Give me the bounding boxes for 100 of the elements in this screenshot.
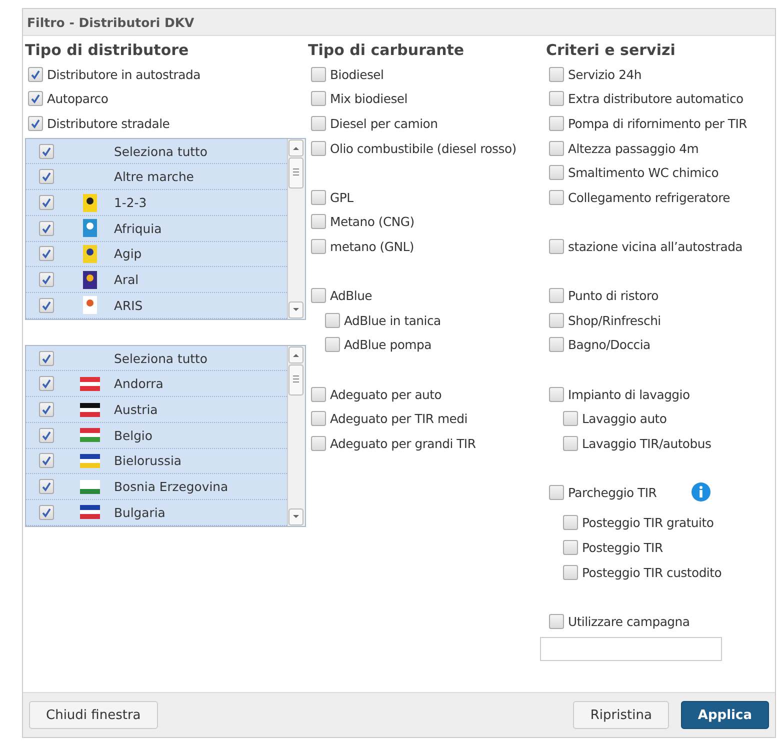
checkbox[interactable]	[38, 272, 54, 288]
checkbox[interactable]	[38, 350, 54, 366]
checkbox[interactable]	[549, 312, 564, 328]
checkbox[interactable]	[549, 116, 564, 131]
checkbox-label: AdBlue	[330, 288, 372, 304]
brand-logo-icon	[83, 244, 97, 263]
checkbox[interactable]	[311, 411, 326, 426]
brand-logo-icon	[83, 219, 97, 238]
dialog-button[interactable]: Applica	[680, 701, 769, 729]
list-item-label[interactable]: Bulgaria	[114, 504, 166, 520]
scroll-up-arrow-icon[interactable]	[288, 138, 304, 191]
checkbox[interactable]	[311, 66, 326, 82]
checkbox[interactable]	[549, 91, 564, 106]
checkbox-label: metano (GNL)	[330, 238, 414, 254]
checkbox[interactable]	[549, 66, 564, 82]
list-item-label[interactable]: Bosnia Erzegovina	[114, 479, 228, 494]
dialog-button[interactable]: Chiudi finestra	[29, 701, 158, 729]
checkbox[interactable]	[325, 312, 340, 328]
checkbox[interactable]	[38, 246, 54, 262]
checkbox[interactable]	[549, 140, 564, 156]
brand-logo-icon	[83, 270, 97, 289]
checkbox[interactable]	[38, 453, 54, 468]
section-heading: Tipo di carburante	[308, 40, 466, 61]
list-item-label[interactable]: Agip	[114, 246, 142, 262]
list-item-label[interactable]: Aral	[114, 272, 139, 288]
checkbox[interactable]	[325, 337, 340, 352]
checkbox[interactable]	[549, 386, 564, 402]
checkbox[interactable]	[549, 190, 564, 205]
checkbox[interactable]	[311, 386, 326, 402]
flag-icon	[80, 376, 100, 391]
checkbox[interactable]	[38, 169, 54, 184]
checkbox[interactable]	[28, 116, 43, 131]
checkbox-label: AdBlue in tanica	[344, 312, 441, 328]
checkbox[interactable]	[563, 564, 578, 580]
checkbox[interactable]	[311, 190, 326, 205]
checkbox[interactable]	[311, 288, 326, 304]
checkbox-label: Punto di ristoro	[568, 288, 658, 304]
list-item-label[interactable]: 1-2-3	[114, 195, 147, 210]
info-icon[interactable]	[690, 482, 711, 502]
checkbox[interactable]	[311, 91, 326, 106]
checkbox[interactable]	[38, 428, 54, 443]
list-item-label[interactable]: Afriquia	[114, 220, 162, 236]
checkbox-label: GPL	[330, 190, 354, 205]
checkbox-label: Adeguato per grandi TIR	[330, 436, 476, 451]
checkbox-label: stazione vicina all’autostrada	[568, 238, 743, 254]
flag-icon	[80, 454, 100, 468]
checkbox[interactable]	[311, 116, 326, 131]
checkbox[interactable]	[38, 479, 54, 494]
flag-icon	[80, 428, 100, 442]
checkbox[interactable]	[311, 436, 326, 451]
checkbox[interactable]	[549, 165, 564, 180]
checkbox[interactable]	[38, 298, 54, 313]
checkbox[interactable]	[549, 484, 564, 500]
checkbox[interactable]	[311, 214, 326, 230]
checkbox[interactable]	[563, 411, 578, 426]
checkbox[interactable]	[563, 436, 578, 451]
list-item-label[interactable]: ARIS	[114, 298, 143, 313]
campaign-field[interactable]	[540, 636, 722, 661]
checkbox-label: Lavaggio TIR/autobus	[582, 436, 712, 451]
list-item-label[interactable]: Seleziona tutto	[114, 144, 208, 159]
section-heading: Criteri e servizi	[546, 40, 676, 61]
flag-icon	[80, 505, 100, 520]
checkbox-label: Altezza passaggio 4m	[568, 140, 699, 156]
checkbox[interactable]	[38, 504, 54, 520]
checkbox[interactable]	[28, 91, 43, 106]
brand-logo-icon	[83, 296, 97, 314]
checkbox[interactable]	[38, 195, 54, 210]
checkbox[interactable]	[549, 288, 564, 304]
checkbox[interactable]	[38, 220, 54, 236]
checkbox[interactable]	[549, 614, 564, 629]
checkbox[interactable]	[38, 376, 54, 392]
list-item-label[interactable]: Altre marche	[114, 169, 194, 184]
scrollbar[interactable]	[287, 346, 305, 526]
list-item-label[interactable]: Bielorussia	[114, 453, 182, 468]
dialog-button[interactable]: Ripristina	[573, 701, 669, 729]
checkbox[interactable]	[38, 144, 54, 159]
list-item-label[interactable]: Belgio	[114, 428, 152, 443]
list-item-label[interactable]: Austria	[114, 402, 158, 417]
checkbox-label: Diesel per camion	[330, 116, 438, 131]
list-item-label[interactable]: Seleziona tutto	[114, 350, 208, 366]
scrollbar[interactable]	[287, 138, 305, 319]
checkbox-label: Shop/Rinfreschi	[568, 312, 661, 328]
checkbox[interactable]	[563, 540, 578, 556]
checkbox[interactable]	[563, 515, 578, 530]
checkbox-label: Smaltimento WC chimico	[568, 165, 719, 180]
checkbox-label: Posteggio TIR custodito	[582, 564, 722, 580]
checkbox-label: Pompa di rifornimento per TIR	[568, 116, 748, 131]
checkbox-label: Biodiesel	[330, 66, 384, 82]
checkbox[interactable]	[311, 238, 326, 254]
checkbox[interactable]	[28, 66, 43, 82]
checkbox-label: Autoparco	[47, 91, 108, 106]
checkbox[interactable]	[549, 238, 564, 254]
checkbox[interactable]	[549, 337, 564, 352]
list-item-label[interactable]: Andorra	[114, 376, 164, 392]
scroll-up-arrow-icon[interactable]	[288, 346, 304, 398]
checkbox[interactable]	[38, 402, 54, 417]
checkbox-label: Impianto di lavaggio	[568, 386, 690, 402]
window-title: Filtro - Distributori DKV	[23, 9, 775, 36]
checkbox-label: Adeguato per auto	[330, 386, 442, 402]
checkbox[interactable]	[311, 140, 326, 156]
